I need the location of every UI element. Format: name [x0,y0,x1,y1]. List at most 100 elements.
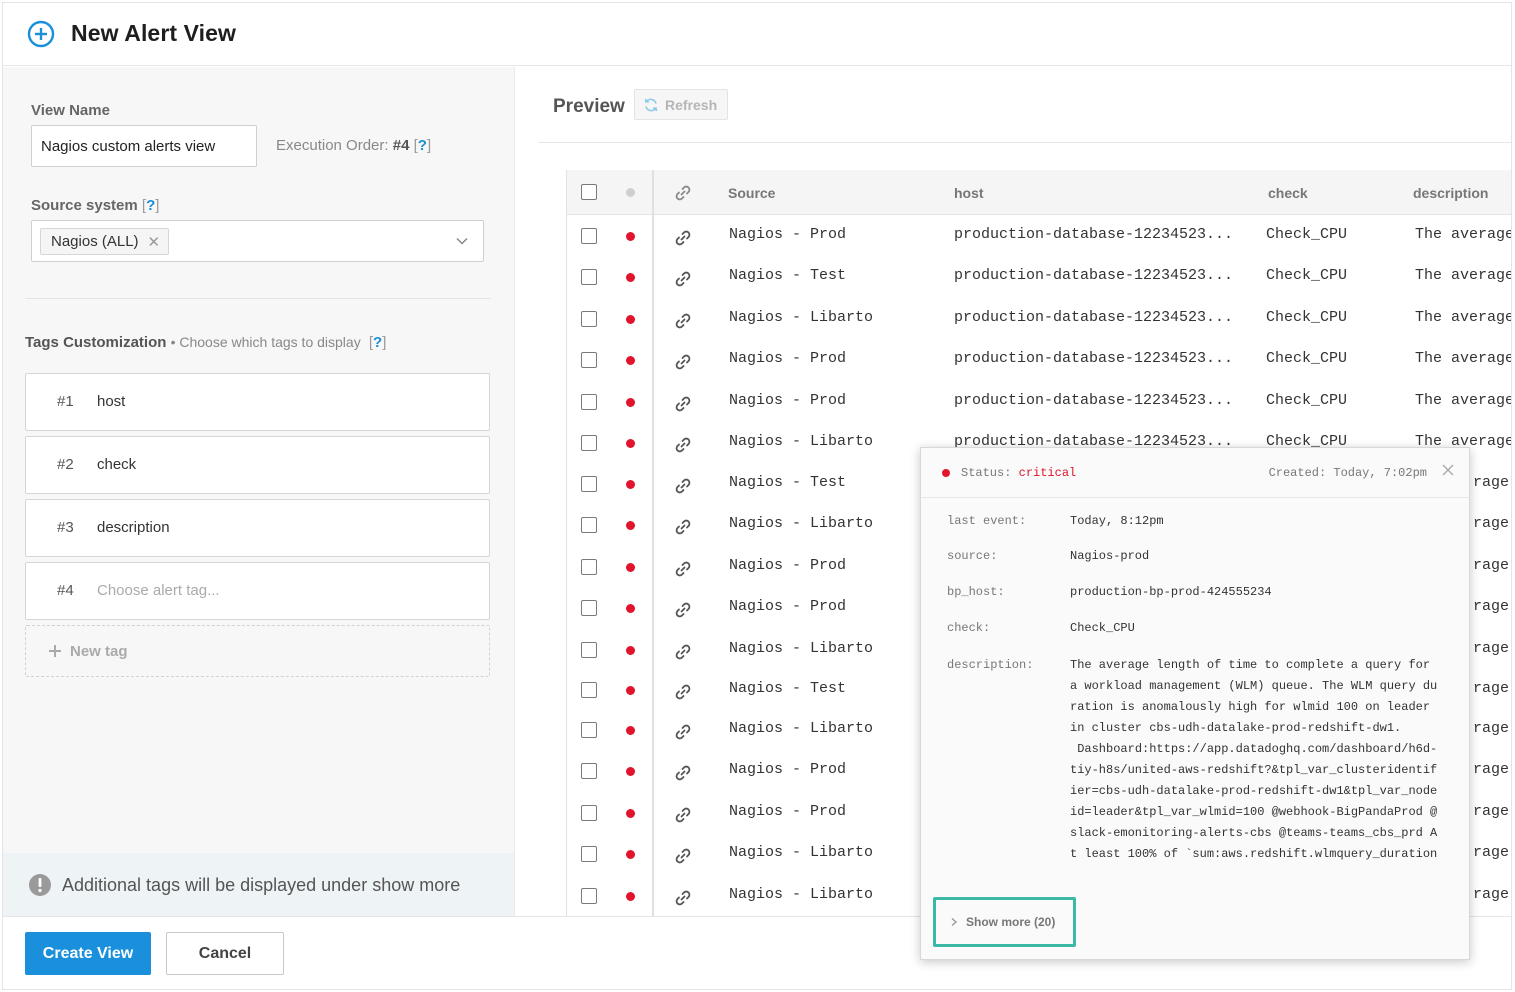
close-icon[interactable] [1441,463,1455,477]
row-checkbox[interactable] [581,722,597,738]
cancel-button[interactable]: Cancel [166,932,284,975]
tag-item[interactable]: #3 description [25,499,490,557]
table-row[interactable]: Nagios - Test production-database-1223452… [567,256,1512,297]
field-value-check: Check_CPU [1070,621,1135,635]
row-checkbox[interactable] [581,476,597,492]
column-header-host[interactable]: host [954,185,984,201]
row-checkbox[interactable] [581,846,597,862]
status-dot [626,356,635,365]
cell-description: rage [1473,844,1510,861]
row-checkbox[interactable] [581,682,597,698]
cell-description: rage [1473,474,1510,491]
info-icon [29,874,51,896]
row-checkbox[interactable] [581,228,597,244]
tag-name: host [97,393,126,410]
cell-source: Nagios - Test [729,680,847,697]
link-icon[interactable] [674,560,692,578]
row-checkbox[interactable] [581,435,597,451]
table-row[interactable]: Nagios - Prod production-database-1223452… [567,339,1511,380]
cell-host: production-database-12234523... [954,309,1234,326]
row-checkbox[interactable] [581,394,597,410]
link-icon[interactable] [674,764,692,782]
column-header-source[interactable]: Source [728,185,775,201]
row-checkbox[interactable] [581,763,597,779]
source-system-select[interactable]: Nagios (ALL) ✕ [31,220,484,262]
row-checkbox[interactable] [581,352,597,368]
cell-source: Nagios - Prod [729,392,847,409]
row-checkbox[interactable] [581,888,597,904]
row-checkbox[interactable] [581,805,597,821]
link-icon[interactable] [674,847,692,865]
cell-source: Nagios - Prod [729,350,847,367]
link-icon[interactable] [674,723,692,741]
cell-description: rage [1473,720,1510,737]
cell-check: Check_CPU [1266,226,1348,243]
tags-help-link[interactable]: ? [373,334,382,351]
status-value: critical [1018,466,1077,480]
tag-item[interactable]: #2 check [25,436,490,494]
remove-chip-icon[interactable]: ✕ [148,233,161,251]
table-header: Source host check description [567,170,1511,215]
row-checkbox[interactable] [581,311,597,327]
cell-description: The average [1415,267,1512,284]
cell-source: Nagios - Libarto [729,640,874,657]
form-divider [25,298,491,299]
link-icon[interactable] [674,889,692,907]
page-title: New Alert View [71,20,237,46]
cell-description: rage [1473,557,1510,574]
source-system-label: Source system [?] [31,197,160,214]
cell-description: rage [1473,761,1510,778]
field-key: bp_host: [947,585,1005,599]
link-icon[interactable] [674,270,692,288]
tag-select-placeholder[interactable]: Choose alert tag... [97,582,220,599]
link-icon[interactable] [674,312,692,330]
link-icon[interactable] [674,353,692,371]
cell-source: Nagios - Prod [729,803,847,820]
new-tag-button[interactable]: New tag [25,625,490,677]
tags-customization-header: Tags Customization • Choose which tags t… [25,334,387,351]
cell-description: rage [1473,598,1510,615]
link-icon[interactable] [674,643,692,661]
link-icon[interactable] [674,477,692,495]
critical-status-dot [942,469,950,477]
table-row[interactable]: Nagios - Libarto production-database-1223… [567,298,1511,339]
column-header-check[interactable]: check [1268,185,1308,201]
status-dot [626,892,635,901]
execution-order-help-link[interactable]: ? [418,137,427,154]
show-more-button[interactable]: Show more (20) [933,897,1076,947]
row-checkbox[interactable] [581,269,597,285]
status-dot [626,315,635,324]
link-icon[interactable] [674,806,692,824]
page-header: New Alert View [3,3,1511,66]
link-icon[interactable] [674,518,692,536]
row-checkbox[interactable] [581,642,597,658]
row-checkbox[interactable] [581,517,597,533]
cell-source: Nagios - Libarto [729,515,874,532]
field-value-last-event: Today, 8:12pm [1070,514,1164,528]
source-system-help-link[interactable]: ? [146,197,155,214]
status-dot [626,850,635,859]
row-checkbox[interactable] [581,600,597,616]
link-icon[interactable] [674,601,692,619]
refresh-button[interactable]: Refresh [634,89,729,120]
chevron-down-icon[interactable] [455,234,469,248]
status-dot [626,439,635,448]
table-row[interactable]: Nagios - Prod production-database-1223452… [567,215,1511,256]
tag-input-row[interactable]: #4 Choose alert tag... [25,562,490,620]
cell-source: Nagios - Libarto [729,433,874,450]
link-icon[interactable] [674,395,692,413]
row-checkbox[interactable] [581,559,597,575]
refresh-icon [644,98,658,111]
plus-icon [49,645,61,657]
column-header-description[interactable]: description [1413,185,1488,201]
status-dot [626,521,635,530]
link-icon[interactable] [674,683,692,701]
link-icon[interactable] [674,229,692,247]
view-name-input[interactable]: Nagios custom alerts view [31,125,257,167]
table-row[interactable]: Nagios - Prod production-database-1223452… [567,381,1511,422]
select-all-checkbox[interactable] [581,184,597,200]
tag-name: description [97,519,170,536]
tag-item[interactable]: #1 host [25,373,490,431]
link-icon[interactable] [674,436,692,454]
create-view-button[interactable]: Create View [25,932,151,975]
